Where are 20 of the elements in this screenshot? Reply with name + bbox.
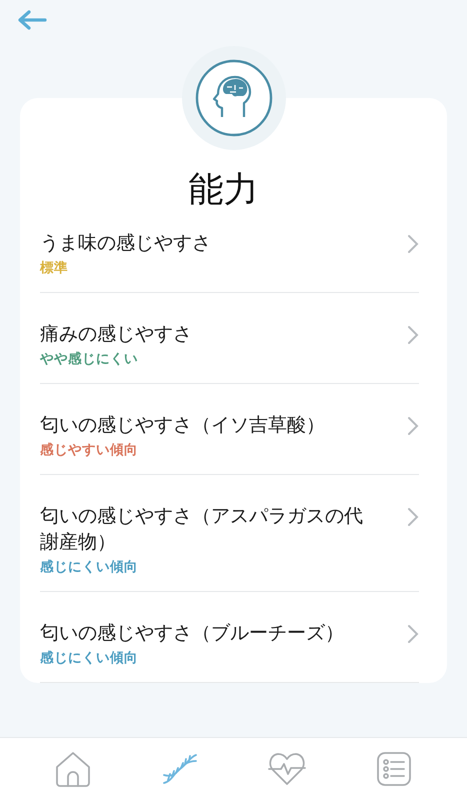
trait-result: 感じやすい傾向 [40,441,138,460]
trait-name: 痛みの感じやすさ [40,322,192,347]
trait-list-item[interactable]: 痛みの感じやすさ やや感じにくい [40,293,419,384]
trait-name: うま味の感じやすさ [40,231,211,256]
chevron-right-icon [407,624,419,644]
chevron-right-icon [407,507,419,527]
chevron-right-icon [407,325,419,345]
trait-result: 感じにくい傾向 [40,649,138,668]
trait-result: やや感じにくい [40,350,138,369]
trait-list-item[interactable]: 匂いの感じやすさ（ブルーチーズ） 感じにくい傾向 [40,592,419,683]
chevron-right-icon [407,416,419,436]
trait-name: 匂いの感じやすさ（アスパラガスの代謝産物） [40,504,364,555]
trait-result: 感じにくい傾向 [40,558,138,577]
trait-list-item[interactable]: 匂いの感じやすさ（イソ吉草酸） 感じやすい傾向 [40,384,419,475]
trait-name: 匂いの感じやすさ（ブルーチーズ） [40,621,344,646]
trait-name: 匂いの感じやすさ（イソ吉草酸） [40,413,325,438]
chevron-right-icon [407,234,419,254]
trait-list-item[interactable]: 匂いの感じやすさ（アスパラガスの代謝産物） 感じにくい傾向 [40,475,419,592]
back-arrow-icon [17,10,47,30]
trait-result: 標準 [40,259,68,278]
